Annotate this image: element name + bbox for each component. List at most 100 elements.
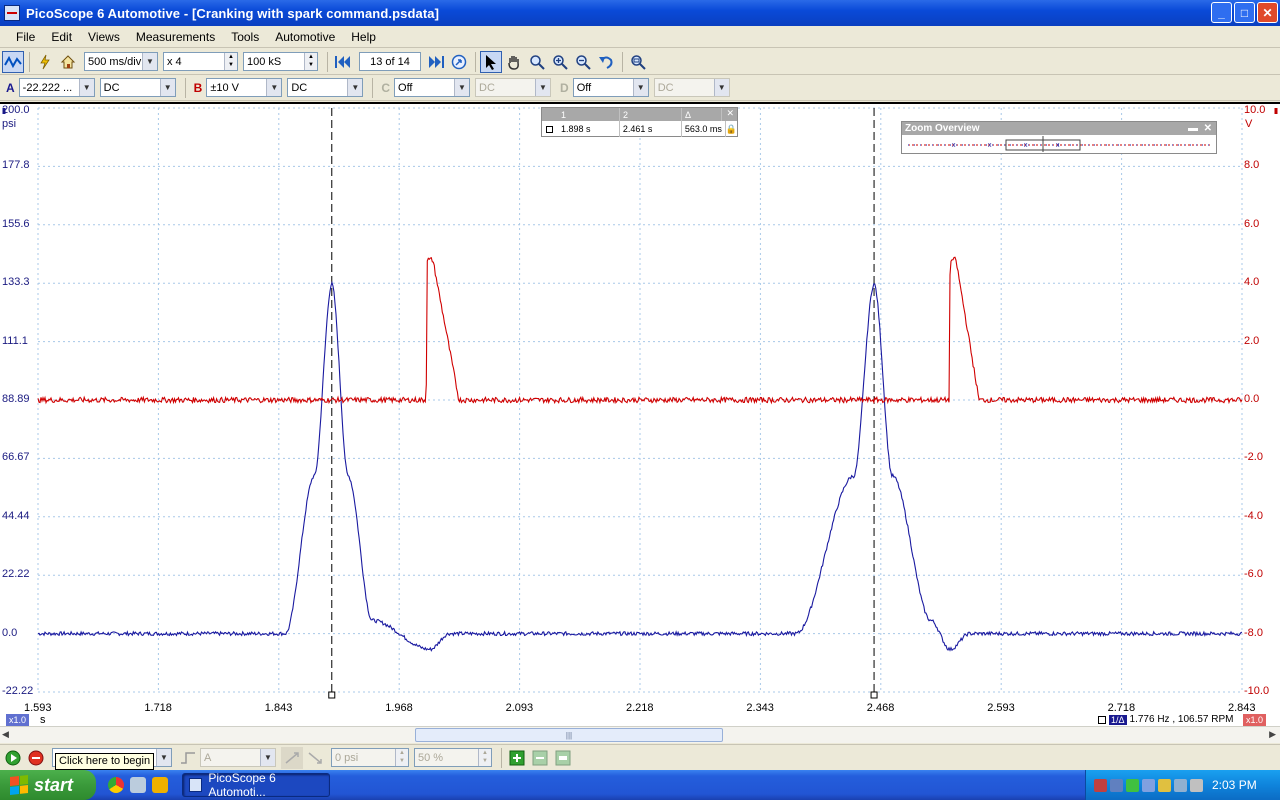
next-page-icon[interactable] <box>425 51 447 73</box>
channel-a-coupling-select[interactable]: DC ▼ <box>99 78 176 97</box>
lock-icon[interactable]: 🔒 <box>726 124 737 135</box>
right-axis-tick-label: 0.0 <box>1244 393 1260 405</box>
buffer-navigator-icon[interactable] <box>448 51 470 73</box>
trigger-source-select: A ▼ <box>200 748 276 767</box>
menu-automotive[interactable]: Automotive <box>267 30 343 44</box>
zoom-in-icon[interactable] <box>549 51 571 73</box>
volume-icon[interactable] <box>1174 778 1187 792</box>
timebase-select[interactable]: 500 ms/div ▼ <box>84 52 158 71</box>
scope-mode-icon[interactable] <box>2 50 24 73</box>
channel-a-range-select[interactable]: -22.222 ... ▼ <box>18 78 95 97</box>
zoom-tool-icon[interactable] <box>526 51 548 73</box>
chevron-down-icon: ▼ <box>713 79 729 96</box>
ruler-table-header: 1 2 Δ ✕ <box>542 108 737 121</box>
pointer-tool-icon[interactable] <box>480 50 502 73</box>
ruler-measurement-table[interactable]: 1 2 Δ ✕ 1.898 s 2.461 s 563.0 ms 🔒 <box>541 107 738 137</box>
stepper-arrows-icon[interactable]: ▲ ▼ <box>224 53 237 70</box>
start-capture-icon[interactable] <box>2 747 24 769</box>
time-axis-tick-label: 2.343 <box>746 702 774 714</box>
minimize-button[interactable]: _ <box>1211 2 1232 23</box>
samples-stepper[interactable]: 100 kS ▲ ▼ <box>243 52 318 71</box>
chrome-icon[interactable] <box>108 777 124 793</box>
time-axis-tick-label: 2.593 <box>987 702 1015 714</box>
start-button[interactable]: start <box>0 770 96 800</box>
taskbar-item-picoscope[interactable]: PicoScope 6 Automoti... <box>182 771 330 799</box>
scroll-right-icon[interactable]: ▶ <box>1269 729 1276 740</box>
left-axis-tick-label: 200.0 <box>2 104 30 116</box>
scrollbar-thumb[interactable]: ||| <box>415 728 723 742</box>
add-measurement-icon[interactable] <box>506 747 528 769</box>
close-button[interactable]: ✕ <box>1257 2 1278 23</box>
home-icon[interactable] <box>57 51 79 73</box>
close-icon[interactable]: ✕ <box>722 108 737 121</box>
svg-text:x: x <box>1024 142 1028 149</box>
channel-b-label[interactable]: B <box>194 81 203 95</box>
left-axis-unit: psi <box>2 118 17 130</box>
time-rulers[interactable] <box>328 108 878 699</box>
close-icon[interactable]: ✕ <box>1204 123 1212 134</box>
channel-d-label[interactable]: D <box>560 81 569 95</box>
channel-b-range-select[interactable]: ±10 V ▼ <box>206 78 283 97</box>
time-ruler-handle-1[interactable] <box>328 691 336 699</box>
channel-d-range-select[interactable]: Off ▼ <box>572 78 649 97</box>
zoom-overview-panel[interactable]: Zoom Overview ▬ ✕ x x x x <box>901 121 1217 154</box>
ruler-1-header: 1 <box>558 108 620 121</box>
menu-file[interactable]: File <box>8 30 43 44</box>
update-icon[interactable] <box>1158 778 1171 792</box>
channel-toolbar: A -22.222 ... ▼ DC ▼ B ±10 V ▼ DC ▼ C Of… <box>0 75 1280 101</box>
channel-d-coupling: DC <box>657 81 674 94</box>
checkbox-icon[interactable] <box>546 125 554 133</box>
toolbar-divider <box>475 51 476 72</box>
frequency-readout: 1/Δ 1.776 Hz , 106.57 RPM <box>1098 714 1233 725</box>
stepper-arrows-icon[interactable]: ▲ ▼ <box>304 53 317 70</box>
channel-c-label[interactable]: C <box>381 81 390 95</box>
maximize-button[interactable]: □ <box>1234 2 1255 23</box>
channel-b-coupling-select[interactable]: DC ▼ <box>287 78 364 97</box>
channel-a-range: -22.222 ... <box>22 81 73 94</box>
page-indicator[interactable]: 13 of 14 <box>359 52 421 71</box>
waveform-plot[interactable] <box>0 104 1280 744</box>
zoom-overview-thumbnail[interactable]: x x x x <box>902 135 1216 153</box>
channel-b-coupling: DC <box>291 81 308 94</box>
menu-views[interactable]: Views <box>80 30 128 44</box>
quick-launch <box>108 777 168 793</box>
left-scale-tag[interactable]: x1.0 <box>6 714 30 726</box>
right-axis-tick-label: 10.0 <box>1244 104 1266 116</box>
bluetooth-icon[interactable] <box>1142 778 1155 792</box>
right-axis-tick-label: 4.0 <box>1244 276 1260 289</box>
minimize-icon[interactable]: ▬ <box>1188 123 1198 134</box>
undo-zoom-icon[interactable] <box>595 51 617 73</box>
menu-tools[interactable]: Tools <box>223 30 267 44</box>
display-icon[interactable] <box>1190 778 1203 792</box>
trigger-edge-icon[interactable] <box>177 747 199 769</box>
menu-help[interactable]: Help <box>343 30 384 44</box>
chevron-down-icon: ▼ <box>159 79 175 96</box>
time-ruler-handle-2[interactable] <box>870 691 878 699</box>
samples-value: 100 kS <box>247 55 282 68</box>
channel-a-label[interactable]: A <box>6 81 15 95</box>
svg-text:x: x <box>1056 142 1060 149</box>
stop-capture-icon[interactable] <box>25 747 47 769</box>
security-icon[interactable] <box>1094 778 1107 792</box>
zoom-stepper[interactable]: x 4 ▲ ▼ <box>163 52 238 71</box>
scope-view[interactable]: psi V 1 2 Δ ✕ 1.898 s 2.461 s 563.0 ms 🔒… <box>0 102 1280 744</box>
menu-edit[interactable]: Edit <box>43 30 80 44</box>
media-player-icon[interactable] <box>152 777 168 793</box>
zoom-out-icon[interactable] <box>572 51 594 73</box>
signal-icon[interactable] <box>1126 778 1139 792</box>
left-axis-tick-label: 133.3 <box>2 276 30 289</box>
horizontal-scrollbar[interactable]: ◀ ||| ▶ <box>0 726 1280 743</box>
menu-measurements[interactable]: Measurements <box>128 30 223 44</box>
ruler-delta-header: Δ <box>682 108 722 121</box>
stepper-arrows-icon: ▲ ▼ <box>395 749 408 766</box>
right-scale-tag[interactable]: x1.0 <box>1243 714 1267 726</box>
previous-page-icon[interactable] <box>332 51 354 73</box>
network-icon[interactable] <box>1110 778 1123 792</box>
probe-icon[interactable] <box>34 51 56 73</box>
hand-tool-icon[interactable] <box>503 51 525 73</box>
desktop-icon[interactable] <box>130 777 146 793</box>
scroll-left-icon[interactable]: ◀ <box>2 729 9 740</box>
app-icon <box>4 5 20 21</box>
channel-c-range-select[interactable]: Off ▼ <box>394 78 471 97</box>
zoom-to-fit-icon[interactable] <box>627 51 649 73</box>
